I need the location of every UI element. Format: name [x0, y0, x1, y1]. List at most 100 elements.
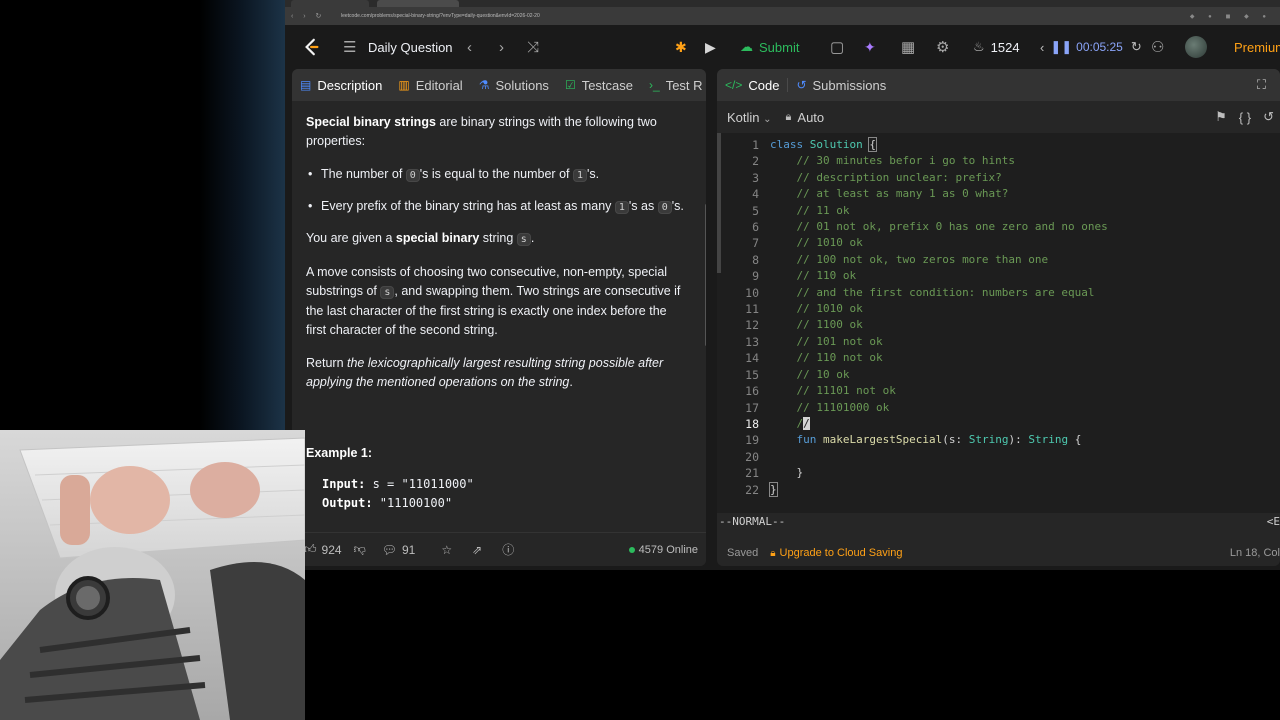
streak-counter[interactable]: ♨ 1524 — [973, 25, 1020, 69]
problem-description: Special binary strings are binary string… — [306, 113, 690, 513]
submit-label: Submit — [759, 39, 800, 55]
tab-test-result[interactable]: ›_ Test R — [641, 78, 706, 93]
webcam-overlay — [0, 430, 305, 720]
code-line-current: // — [770, 416, 1275, 432]
text-cursor: / — [803, 416, 810, 430]
thumbs-down-icon: 👎︎ — [353, 542, 366, 556]
reset-timer-icon: ↻ — [1130, 39, 1142, 54]
reset-code-icon[interactable]: ↺ — [1263, 109, 1274, 125]
like-button[interactable]: 👍︎ 924 — [304, 542, 342, 557]
favorite-button[interactable]: ☆ — [441, 543, 452, 557]
line-number: 19 — [745, 433, 759, 448]
language-select[interactable]: Kotlin ⌄ — [727, 110, 772, 125]
comment: // 11 ok — [796, 203, 850, 217]
tab-editorial[interactable]: ▥ Editorial — [390, 78, 470, 93]
line-number: 11 — [745, 302, 759, 317]
extension-icons[interactable]: ◆ ● ◼ ◆ ● — [1190, 13, 1280, 20]
term-bold: Special binary strings — [306, 115, 436, 129]
tab-label: Submissions — [812, 77, 887, 93]
type-name: String — [1028, 433, 1069, 447]
type-name: String — [968, 433, 1009, 447]
text: Every prefix of the binary string has at… — [321, 199, 615, 213]
code-line: // 1010 ok — [770, 301, 1275, 317]
comments-button[interactable]: 💬︎ 91 — [382, 543, 416, 557]
maximize-icon[interactable]: ⛶ — [1257, 77, 1266, 93]
tab-solutions[interactable]: ⚗ Solutions — [471, 78, 557, 93]
comment: // 01 not ok, prefix 0 has one zero and … — [796, 220, 1108, 234]
submit-button[interactable]: ☁ Submit — [740, 25, 799, 69]
braces-icon[interactable]: { } — [1239, 110, 1251, 125]
nav-controls-icon[interactable]: ‹ › ↻ — [285, 12, 335, 20]
settings-gear-icon[interactable]: ⚙ — [936, 25, 949, 69]
upgrade-cloud-link[interactable]: 🔒︎ Upgrade to Cloud Saving — [770, 547, 902, 559]
code-text: (s: — [942, 433, 969, 447]
premium-button[interactable]: Premium — [1234, 25, 1280, 69]
comment: // 30 minutes befor i go to hints — [796, 154, 1016, 168]
daily-question-title[interactable]: Daily Question — [368, 25, 453, 69]
share-button[interactable]: ⇗ — [472, 543, 482, 557]
comment: // 1010 ok — [796, 236, 863, 250]
line-number-current: 18 — [745, 416, 759, 431]
text: The number of — [321, 167, 406, 181]
fire-icon: ♨ — [973, 39, 985, 54]
run-button[interactable]: ▶ — [705, 25, 716, 69]
browser-tab-active[interactable] — [377, 0, 459, 7]
code-editor[interactable]: 1 2 3 4 5 6 7 8 9 10 11 12 13 14 15 16 1 — [717, 133, 1280, 513]
leetcode-logo-icon[interactable] — [303, 25, 321, 69]
brace: } — [796, 466, 804, 480]
code-content[interactable]: class Solution { // 30 minutes befor i g… — [769, 133, 1275, 498]
ai-sparkle-icon[interactable]: ✦ — [864, 25, 876, 69]
line-number: 7 — [752, 236, 759, 251]
comment-icon: 💬︎ — [381, 542, 397, 557]
code-line: } — [770, 465, 1275, 481]
status-right: <E — [1266, 514, 1280, 528]
line-number: 22 — [745, 482, 759, 497]
tab-code[interactable]: </> Code — [717, 78, 787, 93]
comment: // 11101000 ok — [796, 400, 890, 414]
line-number: 16 — [745, 384, 759, 399]
dislike-button[interactable]: 👎︎ — [354, 542, 366, 557]
debug-icon[interactable]: ✱ — [675, 25, 687, 69]
add-friend-icon[interactable]: ⚇ — [1151, 25, 1164, 69]
note-icon[interactable]: ▢ — [830, 25, 844, 69]
prev-problem-icon[interactable]: ‹ — [467, 25, 472, 69]
line-number: 12 — [745, 318, 759, 333]
text: 's as — [628, 199, 658, 213]
layout-icon[interactable]: ▦ — [901, 25, 915, 69]
move-paragraph: A move consists of choosing two consecut… — [306, 263, 690, 340]
url-field[interactable]: leetcode.com/problems/special-binary-str… — [335, 13, 540, 19]
tab-description[interactable]: ▤ Description — [292, 78, 390, 93]
tab-submissions[interactable]: ↺ Submissions — [788, 78, 894, 93]
thumbs-up-icon: 👍︎ — [304, 542, 317, 556]
text: 's is equal to the number of — [419, 167, 573, 181]
description-scrollbar[interactable] — [705, 204, 706, 346]
bookmark-icon[interactable]: ⚑ — [1215, 109, 1227, 125]
webcam-image — [0, 430, 305, 720]
line-number: 6 — [752, 220, 759, 235]
code-line: class Solution { — [770, 137, 1275, 153]
timer-widget[interactable]: ‹ ❚❚ 00:05:25 ↻ — [1040, 25, 1142, 69]
line-number: 9 — [752, 269, 759, 284]
code-line: // 30 minutes befor i go to hints — [770, 153, 1275, 169]
help-button[interactable]: ⓘ — [502, 541, 514, 558]
tab-label: Editorial — [415, 77, 463, 93]
mode-label[interactable]: Auto — [797, 110, 824, 125]
text: 's. — [587, 167, 600, 181]
user-avatar[interactable] — [1185, 25, 1207, 69]
problem-list-icon[interactable]: ☰ — [343, 25, 356, 69]
next-problem-icon[interactable]: › — [499, 25, 504, 69]
star-icon: ☆ — [441, 542, 453, 557]
tab-label: Description — [317, 77, 383, 93]
browser-tab[interactable] — [291, 0, 369, 7]
code-line: // 100 not ok, two zeros more than one — [770, 252, 1275, 268]
inline-code: s — [516, 233, 531, 246]
code-line: fun makeLargestSpecial(s: String): Strin… — [770, 432, 1275, 448]
streak-count: 1524 — [990, 39, 1020, 55]
shuffle-icon[interactable]: ⤨ — [527, 25, 539, 69]
tab-testcase[interactable]: ☑ Testcase — [557, 78, 641, 93]
code-icon: </> — [725, 78, 743, 92]
comment-count: 91 — [402, 542, 416, 557]
line-number: 20 — [745, 449, 759, 464]
line-number: 8 — [752, 252, 759, 267]
